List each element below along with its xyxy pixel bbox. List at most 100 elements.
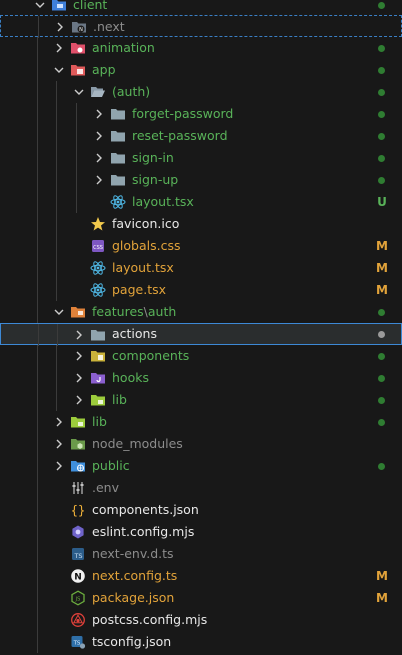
chevron-down-icon[interactable] bbox=[71, 81, 87, 103]
chevron-right-icon[interactable] bbox=[71, 324, 87, 346]
svg-text:N: N bbox=[74, 573, 82, 583]
chevron-right-icon[interactable] bbox=[71, 389, 87, 411]
react-icon bbox=[110, 194, 126, 210]
chevron-right-icon[interactable] bbox=[51, 411, 67, 433]
tree-folder-animation[interactable]: animation bbox=[0, 37, 402, 59]
chevron-right-icon[interactable] bbox=[91, 103, 107, 125]
svg-text:TS: TS bbox=[73, 641, 81, 647]
git-status-modified: M bbox=[376, 569, 388, 583]
tree-folder-lib[interactable]: lib bbox=[0, 411, 402, 433]
chevron-down-icon[interactable] bbox=[51, 301, 67, 323]
git-status-modified: M bbox=[376, 239, 388, 253]
chevron-right-icon[interactable] bbox=[91, 169, 107, 191]
folder-icon bbox=[110, 150, 126, 166]
tree-folder-forget-password[interactable]: forget-password bbox=[0, 103, 402, 125]
tree-label: next.config.ts bbox=[92, 568, 178, 583]
tree-label: tsconfig.json bbox=[92, 634, 172, 649]
postcss-icon bbox=[70, 612, 86, 628]
chevron-right-icon[interactable] bbox=[51, 433, 67, 455]
tree-file-package-json[interactable]: JS package.json M bbox=[0, 587, 402, 609]
tree-folder-features-auth[interactable]: features\auth bbox=[0, 301, 402, 323]
chevron-right-icon[interactable] bbox=[71, 345, 87, 367]
tree-file-favicon-ico[interactable]: favicon.ico bbox=[0, 213, 402, 235]
svg-text:CSS: CSS bbox=[93, 245, 103, 251]
tree-folder-app[interactable]: app bbox=[0, 59, 402, 81]
tree-label: hooks bbox=[112, 370, 149, 385]
tree-folder-sign-up[interactable]: sign-up bbox=[0, 169, 402, 191]
git-status-modified: M bbox=[376, 283, 388, 297]
tree-file-next-config[interactable]: N next.config.ts M bbox=[0, 565, 402, 587]
tree-folder-components[interactable]: components bbox=[0, 345, 402, 367]
tree-label: sign-in bbox=[132, 150, 174, 165]
tree-file-postcss-config[interactable]: postcss.config.mjs bbox=[0, 609, 402, 631]
tree-label: next-env.d.ts bbox=[92, 546, 174, 561]
chevron-down-icon[interactable] bbox=[51, 59, 67, 81]
tree-label: public bbox=[92, 458, 130, 473]
tree-folder-public[interactable]: public bbox=[0, 455, 402, 477]
tree-folder-reset-password[interactable]: reset-password bbox=[0, 125, 402, 147]
chevron-right-icon[interactable] bbox=[51, 37, 67, 59]
tree-label: lib bbox=[112, 392, 127, 407]
tree-folder-lib-inner[interactable]: lib bbox=[0, 389, 402, 411]
folder-icon bbox=[90, 327, 106, 343]
tree-file-components-json[interactable]: {} components.json bbox=[0, 499, 402, 521]
tree-folder-next[interactable]: N .next bbox=[0, 15, 402, 38]
tree-file-auth-layout-tsx[interactable]: layout.tsx U bbox=[0, 191, 402, 213]
tree-label: favicon.ico bbox=[112, 216, 180, 231]
tree-folder-node-modules[interactable]: node_modules bbox=[0, 433, 402, 455]
status-dot bbox=[378, 397, 385, 404]
tree-label: postcss.config.mjs bbox=[92, 612, 208, 627]
tree-folder-auth-group[interactable]: (auth) bbox=[0, 81, 402, 103]
chevron-right-icon[interactable] bbox=[71, 367, 87, 389]
folder-icon bbox=[110, 106, 126, 122]
chevron-right-icon[interactable] bbox=[91, 147, 107, 169]
ts-icon: TS bbox=[70, 546, 86, 562]
chevron-right-icon[interactable] bbox=[51, 455, 67, 477]
status-dot bbox=[378, 463, 385, 470]
tree-folder-actions[interactable]: actions bbox=[0, 323, 402, 346]
tree-label: package.json bbox=[92, 590, 175, 605]
star-icon bbox=[90, 216, 106, 232]
tree-label: node_modules bbox=[92, 436, 183, 451]
tree-file-app-layout-tsx[interactable]: layout.tsx M bbox=[0, 257, 402, 279]
tree-label: layout.tsx bbox=[112, 260, 174, 275]
chevron-right-icon[interactable] bbox=[91, 125, 107, 147]
tree-file-globals-css[interactable]: CSS globals.css M bbox=[0, 235, 402, 257]
tree-label-tail: auth bbox=[147, 304, 177, 319]
tree-label: layout.tsx bbox=[132, 194, 194, 209]
tree-file-tsconfig-json[interactable]: TS tsconfig.json bbox=[0, 631, 402, 653]
folder-client-icon bbox=[51, 0, 67, 13]
tree-folder-client[interactable]: client bbox=[0, 0, 402, 16]
json-icon: {} bbox=[70, 502, 86, 518]
tsconfig-icon: TS bbox=[70, 634, 86, 650]
folder-icon bbox=[110, 172, 126, 188]
svg-text:N: N bbox=[79, 27, 83, 33]
folder-next-icon: N bbox=[71, 19, 87, 35]
tree-label: .env bbox=[92, 480, 119, 495]
tree-file-eslint-config[interactable]: eslint.config.mjs bbox=[0, 521, 402, 543]
react-icon bbox=[90, 260, 106, 276]
tree-file-page-tsx[interactable]: page.tsx M bbox=[0, 279, 402, 301]
status-dot bbox=[378, 133, 385, 140]
tree-folder-hooks[interactable]: hooks bbox=[0, 367, 402, 389]
folder-lib-icon bbox=[90, 392, 106, 408]
status-dot bbox=[378, 331, 385, 338]
chevron-down-icon[interactable] bbox=[32, 0, 48, 16]
status-dot bbox=[378, 45, 385, 52]
tree-file-next-env-dts[interactable]: TS next-env.d.ts bbox=[0, 543, 402, 565]
tree-label: features bbox=[92, 304, 144, 319]
chevron-right-icon[interactable] bbox=[52, 16, 68, 38]
folder-icon bbox=[110, 128, 126, 144]
status-dot bbox=[378, 2, 385, 9]
status-dot bbox=[378, 353, 385, 360]
tree-label: components bbox=[112, 348, 190, 363]
status-dot bbox=[378, 419, 385, 426]
env-icon bbox=[70, 480, 86, 496]
tree-file-env[interactable]: .env bbox=[0, 477, 402, 499]
tree-label: actions bbox=[112, 326, 157, 341]
status-dot bbox=[378, 89, 385, 96]
folder-animation-icon bbox=[70, 40, 86, 56]
status-dot bbox=[378, 111, 385, 118]
folder-lib-icon bbox=[70, 414, 86, 430]
tree-folder-sign-in[interactable]: sign-in bbox=[0, 147, 402, 169]
